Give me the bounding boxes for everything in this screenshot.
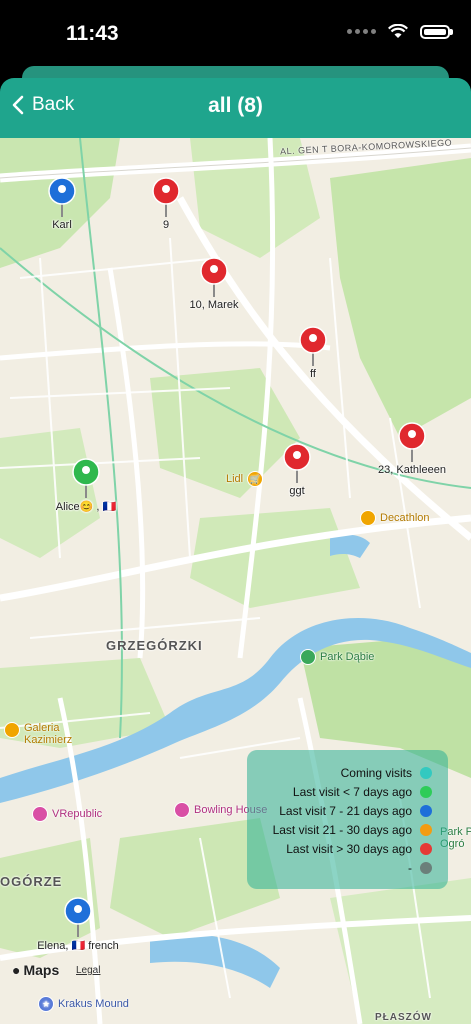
poi-vrepublic-label: VRepublic [52,808,103,820]
poi-krakus-label: Krakus Mound [58,998,129,1010]
map-pin[interactable] [71,458,101,500]
signal-icon [347,29,376,34]
map-pin-icon [200,257,228,297]
map-pin-label: Karl [52,219,72,231]
status-bar: 11:43 [0,0,471,70]
map-pin-label: ggt [289,485,305,497]
legend-item: Last visit > 30 days ago [286,842,432,856]
legend-swatch [420,862,432,874]
legend-label: Last visit 7 - 21 days ago [279,804,412,818]
legend-item: Last visit 21 - 30 days ago [273,823,432,837]
poi-galeria-label-1: Galeria [24,722,60,734]
legend-label: Coming visits [340,766,412,780]
legend-panel: Coming visits Last visit < 7 days ago La… [247,750,448,889]
legend-label: Last visit 21 - 30 days ago [272,823,412,837]
map-base [0,138,471,1024]
area-label-ogorze: OGÓRZE [0,874,63,889]
map-pin-label: Elena, 🇫🇷 french [37,940,119,952]
map-pin-icon [299,326,327,366]
legal-link[interactable]: Legal [76,965,100,976]
map-pin[interactable] [47,177,77,219]
poi-park-dabie-label: Park Dąbie [320,651,375,663]
map-pin-icon [72,458,100,498]
poi-vrepublic[interactable]: VRepublic [32,806,102,822]
map-pin[interactable] [151,177,181,219]
map-pin-icon [283,443,311,483]
poi-park-dabie[interactable]: Park Dąbie [300,649,374,665]
legend-label: Last visit < 7 days ago [292,785,412,799]
shopping-icon [4,722,20,738]
legend-item: Last visit 7 - 21 days ago [279,804,432,818]
map-pin[interactable] [298,326,328,368]
entertainment-icon [32,806,48,822]
map-pin-label: 10, Marek [189,299,239,311]
map-pin[interactable] [397,422,427,464]
apple-maps-logo: ● Maps [12,962,59,978]
area-label-plaszow: PŁASZÓW [375,1012,432,1023]
map-pin-icon [152,177,180,217]
legend-swatch [420,767,432,779]
legend-swatch [420,786,432,798]
map-pin[interactable] [199,257,229,299]
shopping-cart-icon: 🛒 [247,471,264,487]
poi-lidl[interactable]: Lidl 🛒 [226,471,264,487]
legend-swatch [420,805,432,817]
legend-item: - [408,861,432,875]
map-pin-icon [48,177,76,217]
poi-krakus[interactable]: ★ Krakus Mound [38,996,129,1012]
battery-icon [420,24,453,39]
wifi-icon [388,24,408,38]
legend-swatch [420,824,432,836]
map-view[interactable]: GRZEGÓRZKI OGÓRZE PŁASZÓW AL. GEN T BORA… [0,138,471,1024]
legend-swatch [420,843,432,855]
map-pin-label: 9 [162,219,170,231]
map-pin[interactable] [63,897,93,939]
map-pin-icon [398,422,426,462]
map-pin-icon [64,897,92,937]
poi-galeria-label-2: Kazimierz [24,734,73,746]
legend-label: Last visit > 30 days ago [286,842,412,856]
maps-label: Maps [23,962,60,978]
area-label-grzegorzki: GRZEGÓRZKI [106,638,203,653]
apple-icon: ● [12,962,21,978]
poi-galeria[interactable]: Galeria Kazimierz [4,722,72,746]
page-title: all (8) [208,94,263,117]
poi-decathlon-label: Decathlon [380,512,430,524]
map-pin-label: ff [310,368,316,380]
poi-lidl-label: Lidl [226,473,244,485]
status-icons [347,24,453,39]
tree-icon [300,649,316,665]
fork-knife-icon [174,802,190,818]
star-icon: ★ [38,996,54,1012]
map-pin[interactable] [282,443,312,485]
legend-item: Coming visits [341,766,432,780]
navbar: Back all (8) [0,78,471,138]
map-pin-label: Alice😊 , 🇫🇷 [55,501,117,513]
legend-label: - [408,861,412,875]
poi-decathlon[interactable]: Decathlon [360,510,430,526]
legend-item: Last visit < 7 days ago [293,785,432,799]
map-pin-label: 23, Kathleeen [378,464,446,476]
status-time: 11:43 [66,22,119,45]
shopping-icon [360,510,376,526]
